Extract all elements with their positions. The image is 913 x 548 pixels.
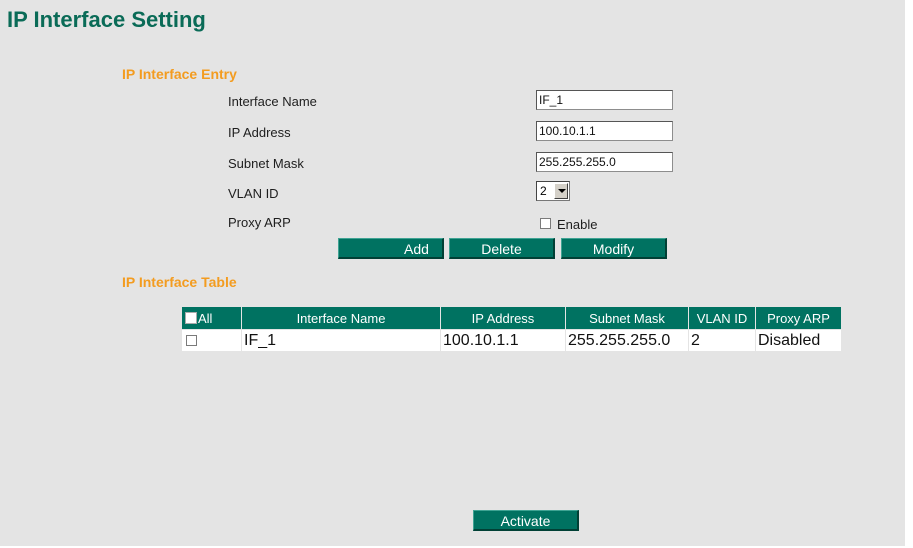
table-row[interactable]: IF_1 100.10.1.1 255.255.255.0 2 Disabled (181, 329, 842, 352)
cell-proxy-arp: Disabled (755, 329, 842, 352)
subnet-mask-label: Subnet Mask (228, 156, 304, 171)
subnet-mask-input[interactable] (536, 152, 673, 172)
add-button[interactable]: Add (338, 238, 444, 259)
page-title: IP Interface Setting (7, 7, 206, 32)
ip-address-label: IP Address (228, 125, 291, 140)
row-select-checkbox[interactable] (186, 334, 197, 346)
select-all-checkbox[interactable] (185, 311, 197, 324)
column-header-vlan-id: VLAN ID (688, 306, 756, 330)
table-header-row: All Interface Name IP Address Subnet Mas… (181, 306, 842, 330)
entry-section-heading: IP Interface Entry (122, 66, 237, 82)
proxy-arp-label: Proxy ARP (228, 215, 291, 230)
proxy-arp-enable-checkbox[interactable] (540, 218, 551, 229)
select-all-header[interactable]: All (181, 306, 242, 330)
column-header-ip-address: IP Address (440, 306, 566, 330)
row-select-cell[interactable] (181, 329, 242, 352)
cell-vlan-id: 2 (688, 329, 756, 352)
select-all-label: All (198, 310, 213, 326)
activate-button[interactable]: Activate (473, 510, 579, 531)
proxy-arp-enable-label: Enable (557, 217, 598, 232)
column-header-subnet-mask: Subnet Mask (565, 306, 689, 330)
page-panel: IP Interface Setting IP Interface Entry … (0, 0, 905, 546)
modify-button[interactable]: Modify (561, 238, 667, 259)
interface-name-input[interactable] (536, 90, 673, 110)
interface-name-label: Interface Name (228, 94, 317, 109)
dropdown-arrow-icon[interactable] (554, 183, 568, 199)
column-header-interface-name: Interface Name (241, 306, 441, 330)
column-header-proxy-arp: Proxy ARP (755, 306, 842, 330)
ip-interface-table: All Interface Name IP Address Subnet Mas… (181, 306, 842, 352)
vlan-id-value: 2 (540, 184, 547, 198)
vlan-id-select[interactable]: 2 (536, 181, 570, 201)
delete-button[interactable]: Delete (449, 238, 555, 259)
cell-interface-name: IF_1 (241, 329, 441, 352)
cell-ip-address: 100.10.1.1 (440, 329, 566, 352)
ip-address-input[interactable] (536, 121, 673, 141)
vlan-id-label: VLAN ID (228, 186, 279, 201)
cell-subnet-mask: 255.255.255.0 (565, 329, 689, 352)
table-section-heading: IP Interface Table (122, 274, 237, 290)
